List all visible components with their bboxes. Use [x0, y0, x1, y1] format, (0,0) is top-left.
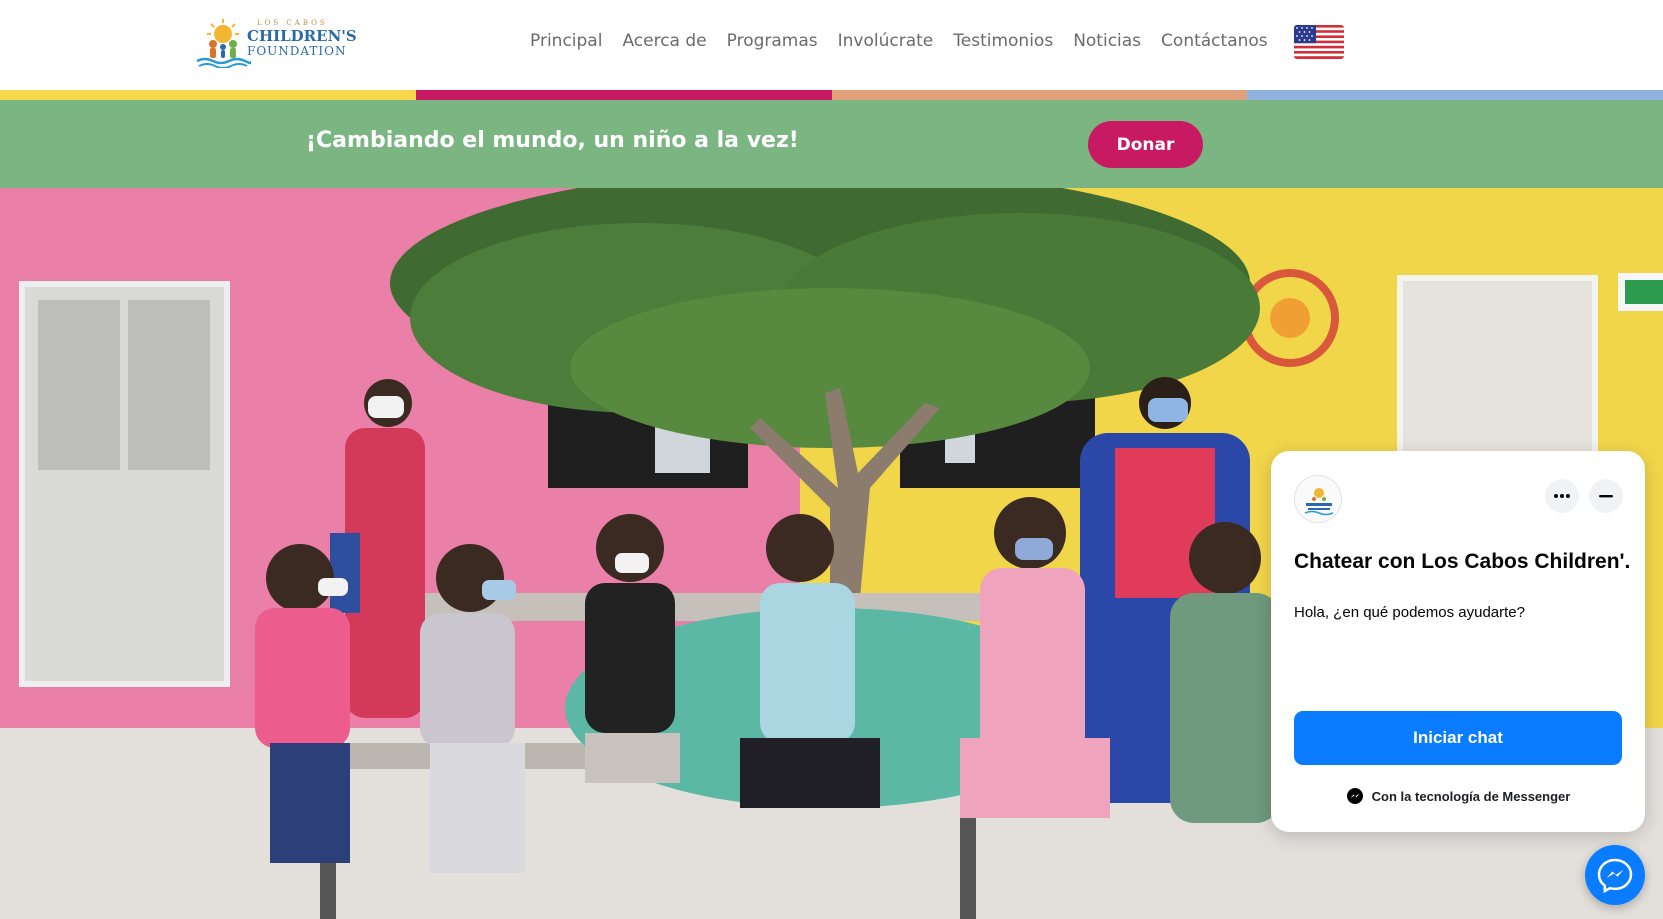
logo-line-2: CHILDREN'S	[247, 27, 357, 45]
messenger-icon	[1346, 788, 1363, 804]
color-stripe	[0, 90, 1663, 100]
stripe-peach	[831, 90, 1248, 100]
powered-by: Con la tecnología de Messenger	[1271, 787, 1645, 805]
start-chat-button[interactable]: Iniciar chat	[1294, 711, 1622, 765]
nav-item-acerca-de[interactable]: Acerca de	[612, 28, 716, 54]
logo-line-3: FOUNDATION	[247, 44, 347, 58]
stripe-magenta	[415, 90, 832, 100]
messenger-launcher-icon[interactable]	[1585, 845, 1645, 905]
more-options-icon[interactable]	[1545, 479, 1579, 513]
minimize-icon[interactable]	[1589, 479, 1623, 513]
foundation-logo[interactable]: LOS CABOS CHILDREN'S FOUNDATION	[195, 16, 360, 69]
nav-item-principal[interactable]: Principal	[520, 28, 612, 54]
stripe-blue	[1247, 90, 1663, 100]
sun-family-icon	[196, 19, 253, 69]
tagline: ¡Cambiando el mundo, un niño a la vez!	[306, 128, 799, 153]
site-header: LOS CABOS CHILDREN'S FOUNDATION Principa…	[0, 0, 1663, 90]
powered-by-text: Con la tecnología de Messenger	[1371, 788, 1571, 804]
messenger-chat-widget: Chatear con Los Cabos Children'... Hola,…	[1271, 451, 1645, 832]
nav-item-contactanos[interactable]: Contáctanos	[1151, 28, 1278, 54]
us-flag-icon[interactable]	[1294, 25, 1344, 59]
stripe-yellow	[0, 90, 416, 100]
page: LOS CABOS CHILDREN'S FOUNDATION Principa…	[0, 0, 1663, 919]
donate-button[interactable]: Donar	[1088, 121, 1203, 168]
nav-item-programas[interactable]: Programas	[717, 28, 828, 54]
chat-greeting: Hola, ¿en qué podemos ayudarte?	[1294, 604, 1525, 621]
tagline-banner: ¡Cambiando el mundo, un niño a la vez! D…	[0, 100, 1663, 188]
main-nav: Principal Acerca de Programas Involúcrat…	[520, 28, 1278, 54]
nav-item-noticias[interactable]: Noticias	[1063, 28, 1151, 54]
nav-item-testimonios[interactable]: Testimonios	[943, 28, 1063, 54]
nav-item-involucrate[interactable]: Involúcrate	[828, 28, 944, 54]
logo-line-1: LOS CABOS	[257, 19, 328, 27]
chat-title: Chatear con Los Cabos Children'...	[1294, 550, 1629, 573]
page-avatar	[1294, 475, 1342, 523]
